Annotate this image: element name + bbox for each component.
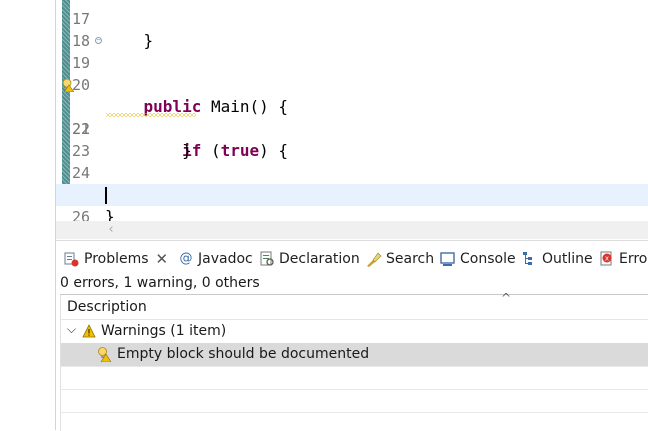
warnings-group-row[interactable]: ⌵ Warnings (1 item) — [61, 320, 648, 344]
tab-declaration[interactable]: Declaration — [259, 245, 360, 273]
horizontal-scrollbar[interactable]: ‹ — [56, 221, 648, 239]
tab-problems[interactable]: Problems ✕ — [64, 245, 169, 273]
tab-search[interactable]: Search — [366, 245, 434, 273]
warning-icon — [82, 324, 96, 338]
tab-console[interactable]: Console — [440, 245, 516, 273]
code-line-24[interactable]: 24 } — [56, 140, 648, 204]
code-line-20[interactable]: 20 — [56, 52, 648, 94]
warning-lightbulb-icon — [98, 347, 111, 362]
code-line-21[interactable]: 21 if (true) { — [56, 74, 648, 160]
tab-label: Declaration — [279, 251, 360, 267]
warning-squiggle — [106, 113, 196, 117]
problem-item-row[interactable]: Empty block should be documented — [61, 343, 648, 367]
column-header-label: Description — [67, 299, 147, 315]
tab-label: Error — [619, 251, 648, 267]
javadoc-at-icon: @ — [179, 251, 193, 266]
search-flashlight-icon — [367, 252, 382, 267]
code-line-23[interactable]: 23 — [56, 118, 648, 160]
sort-ascending-icon: ^ — [501, 291, 512, 305]
close-icon[interactable]: ✕ — [156, 250, 169, 268]
problems-summary: 0 errors, 1 warning, 0 others — [60, 275, 260, 291]
tab-javadoc[interactable]: @ Javadoc — [178, 245, 253, 273]
code-line-26[interactable]: 26 — [56, 184, 648, 226]
code-line-18[interactable]: 18 — [56, 8, 648, 50]
error-log-icon: x — [600, 251, 612, 266]
outline-icon — [523, 252, 532, 265]
code-line-19[interactable]: 19 − public Main() { — [56, 30, 648, 117]
tab-label: Search — [386, 251, 435, 267]
code-line-17[interactable]: 17 } — [56, 0, 648, 50]
column-header-description[interactable]: Description ^ — [61, 291, 648, 320]
problems-table[interactable]: Description ^ ⌵ Warnings (1 item) Empty … — [60, 291, 648, 431]
scroll-left-icon[interactable]: ‹ — [104, 221, 118, 239]
empty-row — [61, 366, 648, 390]
empty-row — [61, 389, 648, 413]
code-editor[interactable]: 17 } 18 19 − public Main() { 20 21 if (t… — [56, 0, 648, 240]
tab-outline[interactable]: Outline — [522, 245, 593, 273]
tab-label: Javadoc — [198, 251, 253, 267]
fold-collapse-icon[interactable]: − — [95, 37, 102, 44]
bottom-view-tabbar: Problems ✕ @ Javadoc Declaration Search … — [56, 240, 648, 275]
group-label: Warnings (1 item) — [101, 323, 227, 339]
warning-lightbulb-icon[interactable] — [62, 78, 74, 92]
problem-description: Empty block should be documented — [117, 346, 370, 362]
declaration-icon — [260, 251, 274, 266]
chevron-down-icon[interactable]: ⌵ — [67, 322, 76, 337]
problems-icon — [64, 252, 79, 267]
tab-label: Console — [460, 251, 516, 267]
text-caret — [105, 187, 107, 204]
tab-label: Problems — [84, 251, 149, 267]
code-line-25[interactable]: 25 } — [56, 162, 648, 226]
console-icon — [440, 252, 455, 266]
svg-text:x: x — [605, 255, 609, 263]
left-panel — [0, 0, 55, 430]
tab-label: Outline — [542, 251, 593, 267]
tab-error-log[interactable]: x Error — [599, 245, 648, 273]
